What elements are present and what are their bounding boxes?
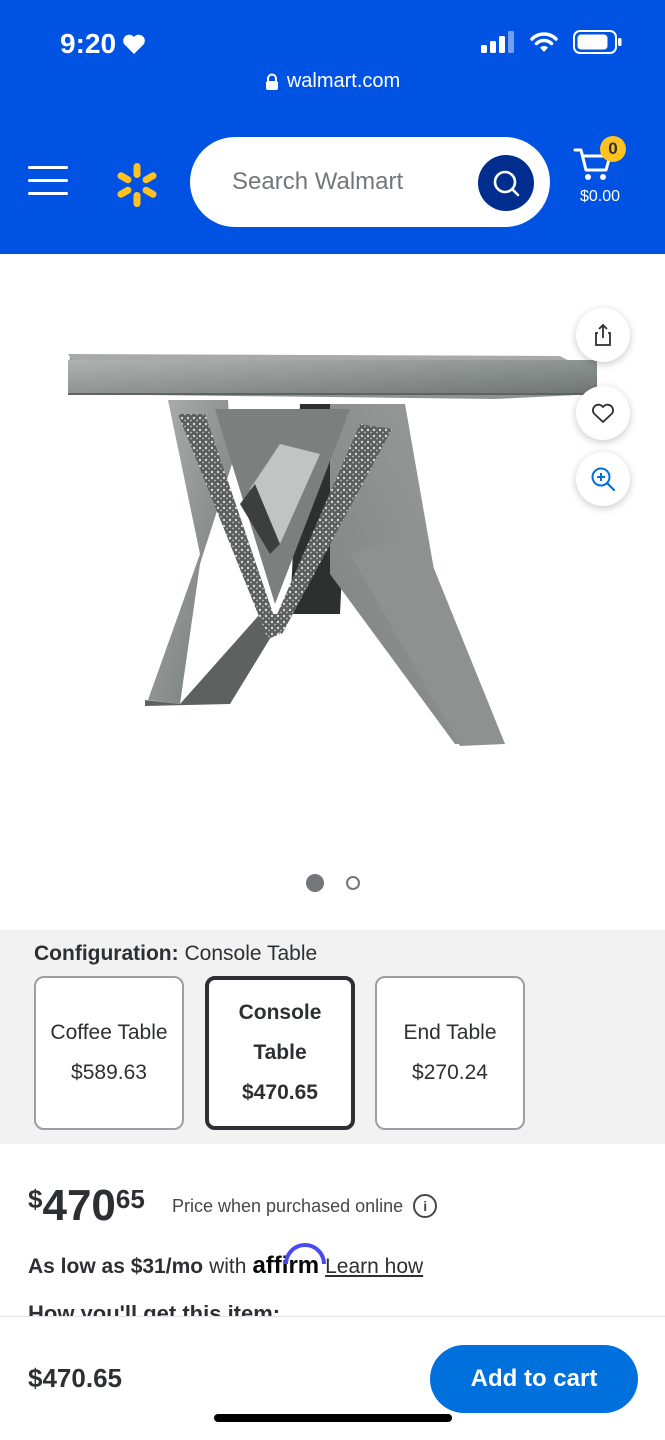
configuration-label: Configuration: Console Table: [34, 942, 317, 966]
option-console-table[interactable]: Console Table $470.65: [205, 976, 355, 1130]
option-coffee-table[interactable]: Coffee Table $589.63: [34, 976, 184, 1130]
share-icon: [595, 323, 611, 346]
status-time: 9:20: [60, 28, 146, 60]
clock-text: 9:20: [60, 28, 117, 59]
url-text: walmart.com: [286, 70, 401, 92]
option-price: $589.63: [71, 1061, 147, 1084]
menu-icon[interactable]: [28, 166, 68, 196]
wifi-icon: [530, 32, 558, 52]
option-name: Coffee Table: [50, 1021, 168, 1044]
home-indicator[interactable]: [214, 1414, 452, 1422]
cart-count-badge: 0: [600, 136, 626, 162]
cart-total: $0.00: [579, 188, 621, 205]
url-bar[interactable]: walmart.com: [0, 70, 665, 93]
carousel-dots: [0, 874, 665, 892]
share-button[interactable]: [576, 308, 630, 362]
heart-icon: [123, 34, 145, 54]
price-currency: $: [28, 1184, 43, 1214]
learn-how-link[interactable]: Learn how: [325, 1255, 423, 1279]
cart-button[interactable]: 0 $0.00: [570, 136, 642, 216]
option-name: End Table: [403, 1021, 497, 1044]
affirm-arc-icon: [284, 1243, 327, 1265]
configuration-selected: Console Table: [184, 942, 318, 965]
site-header: 0 $0.00: [0, 110, 665, 254]
product-price: $ 470 65: [28, 1178, 145, 1234]
bottom-price: $470.65: [28, 1363, 122, 1393]
search-icon: [493, 170, 520, 197]
zoom-button[interactable]: [576, 452, 630, 506]
search-bar[interactable]: [190, 137, 550, 227]
price-dollars: 470: [42, 1181, 116, 1230]
info-icon[interactable]: i: [413, 1194, 438, 1218]
affirm-with: with: [209, 1255, 247, 1278]
favorite-button[interactable]: [576, 386, 630, 440]
option-end-table[interactable]: End Table $270.24: [375, 976, 525, 1130]
delivery-heading: How you'll get this item:: [28, 1301, 281, 1316]
affirm-logo: affirm: [252, 1243, 327, 1280]
product-image-carousel[interactable]: [0, 254, 665, 930]
price-note: Price when purchased online i: [172, 1194, 438, 1218]
search-button[interactable]: [478, 155, 534, 211]
search-input[interactable]: [232, 168, 462, 196]
option-name-line1: Console: [238, 1001, 322, 1024]
signal-icon: [481, 31, 514, 53]
add-to-cart-button[interactable]: Add to cart: [430, 1345, 638, 1413]
battery-icon: [573, 30, 622, 54]
price-cents: 65: [115, 1184, 145, 1214]
affirm-financing: As low as $31/mo with affirm Learn how: [28, 1243, 423, 1280]
walmart-spark-logo[interactable]: [112, 160, 162, 210]
heart-outline-icon: [592, 403, 614, 423]
status-bar: 9:20 walmart.com: [0, 0, 665, 110]
configuration-title: Configuration:: [34, 942, 179, 965]
status-indicators: [481, 30, 623, 54]
configuration-section: Configuration: Console Table Coffee Tabl…: [0, 930, 665, 1144]
option-name-line2: Table: [253, 1041, 307, 1064]
carousel-dot-2[interactable]: [345, 876, 360, 890]
carousel-dot-1[interactable]: [305, 874, 324, 892]
lock-icon: [265, 73, 278, 90]
option-price: $470.65: [242, 1081, 318, 1104]
zoom-in-icon: [591, 467, 616, 492]
product-image: [68, 354, 597, 746]
price-note-text: Price when purchased online: [172, 1195, 404, 1216]
affirm-monthly: As low as $31/mo: [28, 1255, 204, 1278]
option-price: $270.24: [412, 1061, 488, 1084]
